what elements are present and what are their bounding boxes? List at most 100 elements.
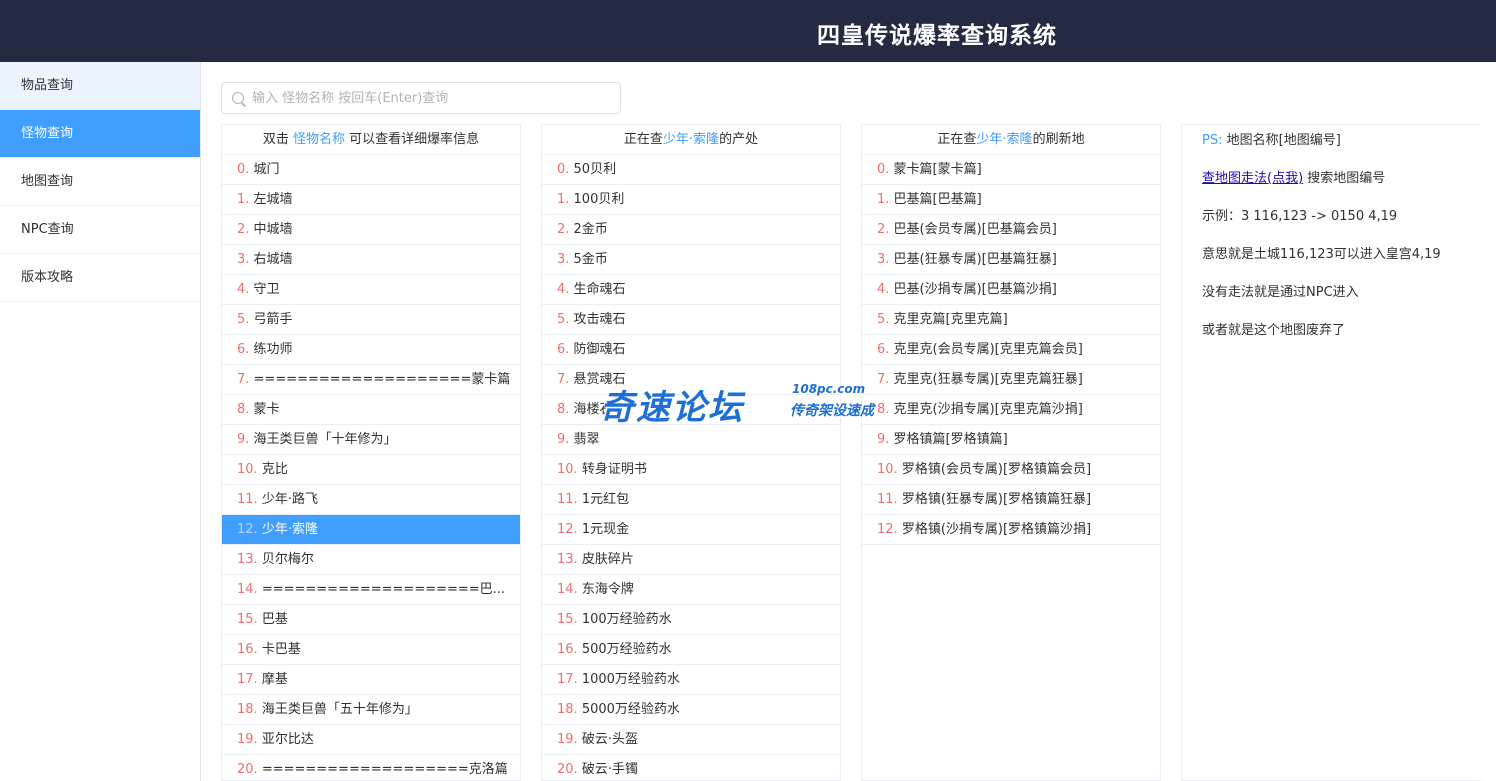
list-item[interactable]: 4. 巴基(沙捐专属)[巴基篇沙捐] bbox=[862, 275, 1160, 305]
list-item[interactable]: 7. ====================蒙卡篇 bbox=[222, 365, 520, 395]
list-item[interactable]: 19. 破云·头盔 bbox=[542, 725, 840, 755]
list-item[interactable]: 12. 1元现金 bbox=[542, 515, 840, 545]
list-item-text: 亚尔比达 bbox=[257, 732, 314, 747]
header-suffix: 的刷新地 bbox=[1032, 132, 1085, 147]
list-item-text: 海楼石 bbox=[569, 402, 613, 417]
sidebar-item-npc-query[interactable]: NPC查询 bbox=[0, 206, 200, 254]
list-item-text: 100贝利 bbox=[569, 192, 625, 207]
list-item[interactable]: 0. 城门 bbox=[222, 155, 520, 185]
list-item[interactable]: 11. 少年·路飞 bbox=[222, 485, 520, 515]
list-item-index: 4. bbox=[877, 282, 890, 297]
list-item-index: 16. bbox=[237, 642, 258, 657]
list-item[interactable]: 16. 500万经验药水 bbox=[542, 635, 840, 665]
list-item-text: 克比 bbox=[257, 462, 288, 477]
list-item[interactable]: 20. ===================克洛篇 bbox=[222, 755, 520, 780]
list-item[interactable]: 12. 罗格镇(沙捐专属)[罗格镇篇沙捐] bbox=[862, 515, 1160, 545]
header-highlight: 怪物名称 bbox=[292, 132, 345, 147]
list-item-index: 3. bbox=[877, 252, 890, 267]
list-item-text: 1元现金 bbox=[577, 522, 630, 537]
list-item[interactable]: 4. 生命魂石 bbox=[542, 275, 840, 305]
list-item[interactable]: 19. 亚尔比达 bbox=[222, 725, 520, 755]
list-item[interactable]: 10. 转身证明书 bbox=[542, 455, 840, 485]
list-item-text: ===================克洛篇 bbox=[257, 762, 508, 777]
list-item[interactable]: 6. 克里克(会员专属)[克里克篇会员] bbox=[862, 335, 1160, 365]
list-item-text: 皮肤碎片 bbox=[577, 552, 634, 567]
list-item[interactable]: 13. 贝尔梅尔 bbox=[222, 545, 520, 575]
sidebar-item-map-query[interactable]: 地图查询 bbox=[0, 158, 200, 206]
main-content: 双击 怪物名称 可以查看详细爆率信息 0. 城门1. 左城墙2. 中城墙3. 右… bbox=[201, 62, 1496, 781]
list-item[interactable]: 12. 少年·索隆 bbox=[222, 515, 520, 545]
sidebar-item-item-query[interactable]: 物品查询 bbox=[0, 62, 200, 110]
list-item-index: 6. bbox=[557, 342, 570, 357]
list-item-text: 右城墙 bbox=[249, 252, 293, 267]
list-item[interactable]: 0. 50贝利 bbox=[542, 155, 840, 185]
list-item[interactable]: 20. 破云·手镯 bbox=[542, 755, 840, 780]
list-item[interactable]: 5. 克里克篇[克里克篇] bbox=[862, 305, 1160, 335]
search-input[interactable] bbox=[252, 83, 612, 113]
list-item[interactable]: 6. 练功师 bbox=[222, 335, 520, 365]
header-highlight: 少年·索隆 bbox=[662, 132, 720, 147]
list-item[interactable]: 10. 罗格镇(会员专属)[罗格镇篇会员] bbox=[862, 455, 1160, 485]
search-box[interactable] bbox=[221, 82, 621, 114]
list-item[interactable]: 7. 悬赏魂石 bbox=[542, 365, 840, 395]
list-item[interactable]: 1. 左城墙 bbox=[222, 185, 520, 215]
list-item[interactable]: 18. 5000万经验药水 bbox=[542, 695, 840, 725]
list-item-index: 8. bbox=[557, 402, 570, 417]
list-item[interactable]: 6. 防御魂石 bbox=[542, 335, 840, 365]
list-item[interactable]: 11. 1元红包 bbox=[542, 485, 840, 515]
list-item[interactable]: 17. 1000万经验药水 bbox=[542, 665, 840, 695]
page-title: 四皇传说爆率查询系统 bbox=[817, 23, 1057, 49]
list-item[interactable]: 5. 攻击魂石 bbox=[542, 305, 840, 335]
list-item[interactable]: 17. 摩基 bbox=[222, 665, 520, 695]
list-item-index: 3. bbox=[237, 252, 250, 267]
list-item[interactable]: 16. 卡巴基 bbox=[222, 635, 520, 665]
list-item-text: ====================巴... bbox=[257, 582, 506, 597]
list-item[interactable]: 2. 巴基(会员专属)[巴基篇会员] bbox=[862, 215, 1160, 245]
list-item[interactable]: 18. 海王类巨兽「五十年修为」 bbox=[222, 695, 520, 725]
list-item[interactable]: 3. 巴基(狂暴专属)[巴基篇狂暴] bbox=[862, 245, 1160, 275]
list-item[interactable]: 3. 5金币 bbox=[542, 245, 840, 275]
list-item-text: 克里克(会员专属)[克里克篇会员] bbox=[889, 342, 1083, 357]
list-item[interactable]: 7. 克里克(狂暴专属)[克里克篇狂暴] bbox=[862, 365, 1160, 395]
list-item-text: 生命魂石 bbox=[569, 282, 626, 297]
list-item[interactable]: 3. 右城墙 bbox=[222, 245, 520, 275]
list-item-text: 克里克(沙捐专属)[克里克篇沙捐] bbox=[889, 402, 1083, 417]
list-item-index: 16. bbox=[557, 642, 578, 657]
list-item[interactable]: 10. 克比 bbox=[222, 455, 520, 485]
list-item[interactable]: 8. 海楼石 bbox=[542, 395, 840, 425]
list-item[interactable]: 8. 蒙卡 bbox=[222, 395, 520, 425]
list-item-text: 海王类巨兽「十年修为」 bbox=[249, 432, 397, 447]
list-item[interactable]: 15. 巴基 bbox=[222, 605, 520, 635]
list-item[interactable]: 9. 翡翠 bbox=[542, 425, 840, 455]
list-item[interactable]: 9. 海王类巨兽「十年修为」 bbox=[222, 425, 520, 455]
list-item[interactable]: 2. 2金币 bbox=[542, 215, 840, 245]
list-item[interactable]: 11. 罗格镇(狂暴专属)[罗格镇篇狂暴] bbox=[862, 485, 1160, 515]
list-item-text: 悬赏魂石 bbox=[569, 372, 626, 387]
list-item[interactable]: 1. 100贝利 bbox=[542, 185, 840, 215]
list-item-index: 11. bbox=[877, 492, 898, 507]
list-item[interactable]: 14. 东海令牌 bbox=[542, 575, 840, 605]
list-item[interactable]: 15. 100万经验药水 bbox=[542, 605, 840, 635]
list-item-index: 8. bbox=[877, 402, 890, 417]
sidebar: 物品查询 怪物查询 地图查询 NPC查询 版本攻略 bbox=[0, 62, 201, 781]
list-item-index: 17. bbox=[557, 672, 578, 687]
list-item-text: 罗格镇篇[罗格镇篇] bbox=[889, 432, 1008, 447]
sidebar-item-monster-query[interactable]: 怪物查询 bbox=[0, 110, 200, 158]
list-item-text: 贝尔梅尔 bbox=[257, 552, 314, 567]
list-item[interactable]: 4. 守卫 bbox=[222, 275, 520, 305]
list-item[interactable]: 9. 罗格镇篇[罗格镇篇] bbox=[862, 425, 1160, 455]
list-item[interactable]: 14. ====================巴... bbox=[222, 575, 520, 605]
list-item[interactable]: 0. 蒙卡篇[蒙卡篇] bbox=[862, 155, 1160, 185]
sidebar-item-guide[interactable]: 版本攻略 bbox=[0, 254, 200, 302]
list-item-index: 20. bbox=[557, 762, 578, 777]
list-item[interactable]: 5. 弓箭手 bbox=[222, 305, 520, 335]
list-item[interactable]: 1. 巴基篇[巴基篇] bbox=[862, 185, 1160, 215]
list-item[interactable]: 8. 克里克(沙捐专属)[克里克篇沙捐] bbox=[862, 395, 1160, 425]
list-item[interactable]: 13. 皮肤碎片 bbox=[542, 545, 840, 575]
list-item-text: 破云·头盔 bbox=[577, 732, 638, 747]
map-route-link[interactable]: 查地图走法(点我) bbox=[1202, 171, 1303, 186]
list-item[interactable]: 2. 中城墙 bbox=[222, 215, 520, 245]
list-item-text: 东海令牌 bbox=[577, 582, 634, 597]
drops-list-panel: 正在查少年·索隆的产处 0. 50贝利 1. 100贝利 2. 2金币 3. 5金币 4… bbox=[541, 124, 841, 781]
list-item-text: 罗格镇(沙捐专属)[罗格镇篇沙捐] bbox=[897, 522, 1092, 537]
